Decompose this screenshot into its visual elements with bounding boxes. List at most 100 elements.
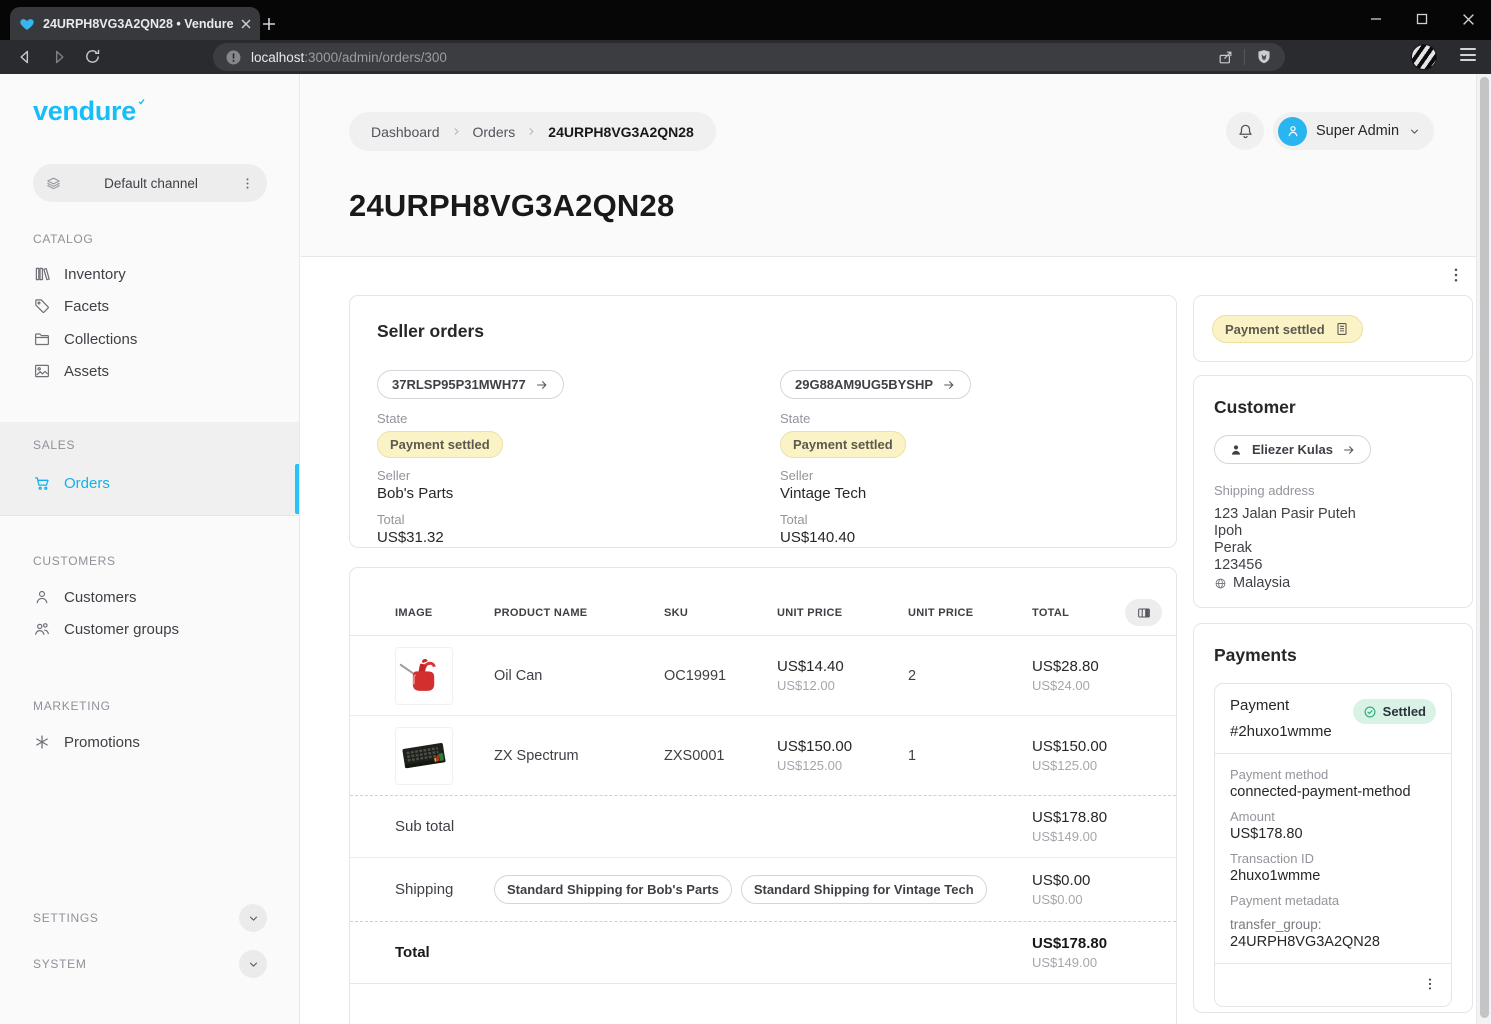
- breadcrumb-orders[interactable]: Orders: [473, 124, 516, 140]
- sidebar-item-customers[interactable]: Customers: [33, 584, 137, 610]
- page-scrollbar[interactable]: [1476, 74, 1491, 1024]
- product-name: ZX Spectrum: [494, 748, 664, 764]
- brave-shield-icon[interactable]: [1255, 48, 1273, 66]
- payment-id: #2huxo1wmme: [1230, 723, 1332, 740]
- seller-order-link[interactable]: 29G88AM9UG5BYSHP: [780, 370, 971, 399]
- address-country-row: Malaysia: [1214, 575, 1452, 592]
- window-controls: [1353, 0, 1491, 38]
- total-row: Total US$178.80 US$149.00: [350, 922, 1176, 984]
- share-icon[interactable]: [1217, 49, 1234, 66]
- subtotal-amount-old: US$149.00: [1032, 829, 1152, 844]
- sidebar-item-collections[interactable]: Collections: [33, 326, 137, 352]
- sidebar-section-settings: SETTINGS: [33, 904, 267, 932]
- total-label: Total: [780, 512, 1149, 527]
- window-close-icon[interactable]: [1445, 0, 1491, 38]
- window-minimize-icon[interactable]: [1353, 0, 1399, 38]
- transaction-id-label: Transaction ID: [1230, 851, 1436, 866]
- total-cell: US$178.80 US$149.00: [1032, 935, 1152, 970]
- unit-price-cell: US$150.00 US$125.00: [777, 738, 908, 773]
- channel-label: Default channel: [62, 176, 240, 191]
- sidebar-item-label: Customer groups: [64, 621, 179, 638]
- subtotal-row: Sub total US$178.80 US$149.00: [350, 796, 1176, 858]
- payment-identity: Payment #2huxo1wmme: [1230, 697, 1332, 740]
- status-badge: Payment settled: [377, 431, 503, 458]
- shipping-address-label: Shipping address: [1214, 483, 1452, 498]
- shipping-method-chip[interactable]: Standard Shipping for Bob's Parts: [494, 875, 732, 904]
- column-header-image: IMAGE: [395, 607, 494, 619]
- seller-order-0: 37RLSP95P31MWH77 State Payment settled S…: [377, 370, 780, 546]
- order-state-badge[interactable]: Payment settled: [1212, 315, 1363, 343]
- profile-avatar[interactable]: [1411, 44, 1437, 70]
- user-icon: [1285, 123, 1301, 139]
- sidebar-item-facets[interactable]: Facets: [33, 293, 109, 319]
- shipping-label: Shipping: [395, 881, 494, 898]
- seller-order-link[interactable]: 37RLSP95P31MWH77: [377, 370, 564, 399]
- line-total-old: US$24.00: [1032, 678, 1152, 693]
- site-info-icon[interactable]: [225, 49, 242, 66]
- back-icon[interactable]: [15, 47, 35, 67]
- column-header-sku: SKU: [664, 607, 777, 619]
- vendure-favicon-icon: [19, 16, 35, 32]
- arrow-right-icon: [535, 378, 549, 392]
- shipping-method-chip[interactable]: Standard Shipping for Vintage Tech: [741, 875, 987, 904]
- tab-close-icon[interactable]: [241, 19, 251, 29]
- customer-link[interactable]: Eliezer Kulas: [1214, 435, 1371, 464]
- unit-price-cell: US$14.40 US$12.00: [777, 658, 908, 693]
- chevron-down-icon: [1408, 125, 1421, 138]
- people-icon: [33, 620, 51, 638]
- vendure-logo[interactable]: vendure: [33, 96, 145, 127]
- sidebar-item-customer-groups[interactable]: Customer groups: [33, 616, 179, 642]
- section-label-catalog: CATALOG: [33, 232, 93, 246]
- unit-price-old: US$125.00: [777, 758, 908, 773]
- column-settings-button[interactable]: [1125, 599, 1162, 626]
- reload-icon[interactable]: [83, 47, 102, 66]
- unit-price: US$14.40: [777, 658, 908, 675]
- sidebar: vendure Default channel CATALOG Inventor…: [0, 74, 300, 1024]
- person-icon: [33, 588, 51, 606]
- sidebar-item-promotions[interactable]: Promotions: [33, 729, 140, 755]
- channel-switcher[interactable]: Default channel: [33, 164, 267, 202]
- total-amount: US$178.80: [1032, 935, 1152, 952]
- notifications-button[interactable]: [1226, 112, 1264, 150]
- metadata-value: 24URPH8VG3A2QN28: [1230, 934, 1436, 950]
- person-icon: [1229, 443, 1243, 457]
- system-expand-button[interactable]: [239, 950, 267, 978]
- layers-icon: [45, 175, 62, 192]
- column-header-product-name: PRODUCT NAME: [494, 607, 664, 619]
- sidebar-item-inventory[interactable]: Inventory: [33, 261, 126, 287]
- settings-expand-button[interactable]: [239, 904, 267, 932]
- sidebar-item-orders[interactable]: Orders: [33, 470, 110, 496]
- browser-menu-icon[interactable]: [1460, 48, 1476, 61]
- new-tab-button[interactable]: [256, 11, 282, 37]
- sidebar-item-assets[interactable]: Assets: [33, 358, 109, 384]
- seller-name: Vintage Tech: [780, 485, 1149, 502]
- payment-metadata-label: Payment metadata: [1230, 893, 1436, 908]
- order-lines-card: IMAGE PRODUCT NAME SKU UNIT PRICE UNIT P…: [349, 567, 1177, 1024]
- user-menu[interactable]: Super Admin: [1273, 112, 1434, 150]
- sidebar-item-label: Assets: [64, 363, 109, 380]
- subtotal-label: Sub total: [395, 818, 664, 835]
- window-maximize-icon[interactable]: [1399, 0, 1445, 38]
- address-city: Ipoh: [1214, 523, 1452, 540]
- address-bar-actions: [1217, 48, 1273, 66]
- browser-tab[interactable]: 24URPH8VG3A2QN28 • Vendure: [10, 7, 260, 40]
- unit-price: US$150.00: [777, 738, 908, 755]
- seller-order-total: US$31.32: [377, 529, 780, 546]
- sidebar-item-label: Promotions: [64, 734, 140, 751]
- payment-actions-menu-icon[interactable]: [1422, 974, 1438, 994]
- scrollbar-thumb[interactable]: [1480, 77, 1489, 1018]
- page-actions-menu-icon[interactable]: [1447, 264, 1465, 286]
- address-bar[interactable]: localhost:3000/admin/orders/300: [213, 43, 1285, 71]
- breadcrumb-dashboard[interactable]: Dashboard: [371, 124, 440, 140]
- url-path: :3000/admin/orders/300: [304, 50, 447, 65]
- shipping-cell: US$0.00 US$0.00: [1032, 872, 1152, 907]
- total-label: Total: [377, 512, 780, 527]
- shipping-methods: Standard Shipping for Bob's Parts Standa…: [494, 875, 1032, 904]
- address-bar-divider: [1244, 49, 1245, 65]
- image-icon: [33, 362, 51, 380]
- channel-menu-icon[interactable]: [240, 176, 255, 191]
- forward-icon[interactable]: [49, 47, 69, 67]
- address-street: 123 Jalan Pasir Puteh: [1214, 506, 1452, 523]
- payments-title: Payments: [1214, 645, 1452, 666]
- customer-card: Customer Eliezer Kulas Shipping address …: [1193, 375, 1473, 608]
